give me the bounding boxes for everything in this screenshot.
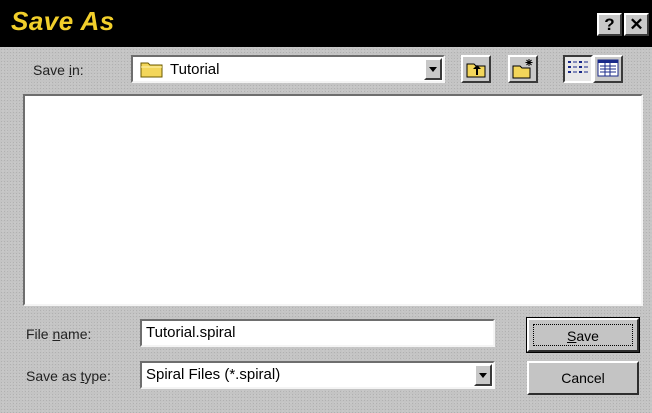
create-new-folder-button[interactable] [508, 55, 538, 83]
new-folder-icon [512, 59, 533, 79]
details-view-icon [597, 59, 619, 77]
save-as-type-dropdown-arrow[interactable] [474, 364, 492, 386]
save-as-type-value: Spiral Files (*.spiral) [146, 366, 281, 383]
window-title: Save As [11, 6, 115, 36]
save-in-value: Tutorial [170, 61, 220, 78]
help-button[interactable]: ? [597, 13, 622, 36]
up-folder-icon [466, 63, 486, 78]
file-list-pane[interactable] [23, 94, 643, 306]
folder-icon [140, 62, 163, 78]
file-name-value: Tutorial.spiral [146, 324, 236, 341]
save-button-label: Save [533, 324, 633, 346]
save-button[interactable]: Save [526, 317, 640, 353]
list-view-button[interactable] [563, 55, 593, 83]
close-button[interactable]: ✕ [624, 13, 649, 36]
save-in-dropdown-arrow[interactable] [424, 58, 442, 80]
details-view-button[interactable] [593, 55, 623, 83]
cancel-button[interactable]: Cancel [527, 361, 639, 395]
up-one-level-button[interactable] [461, 55, 491, 83]
list-view-icon [568, 61, 588, 73]
save-as-type-label: Save as type: [26, 368, 111, 384]
save-in-label: Save in: [33, 62, 84, 78]
file-name-label: File name: [26, 326, 92, 342]
